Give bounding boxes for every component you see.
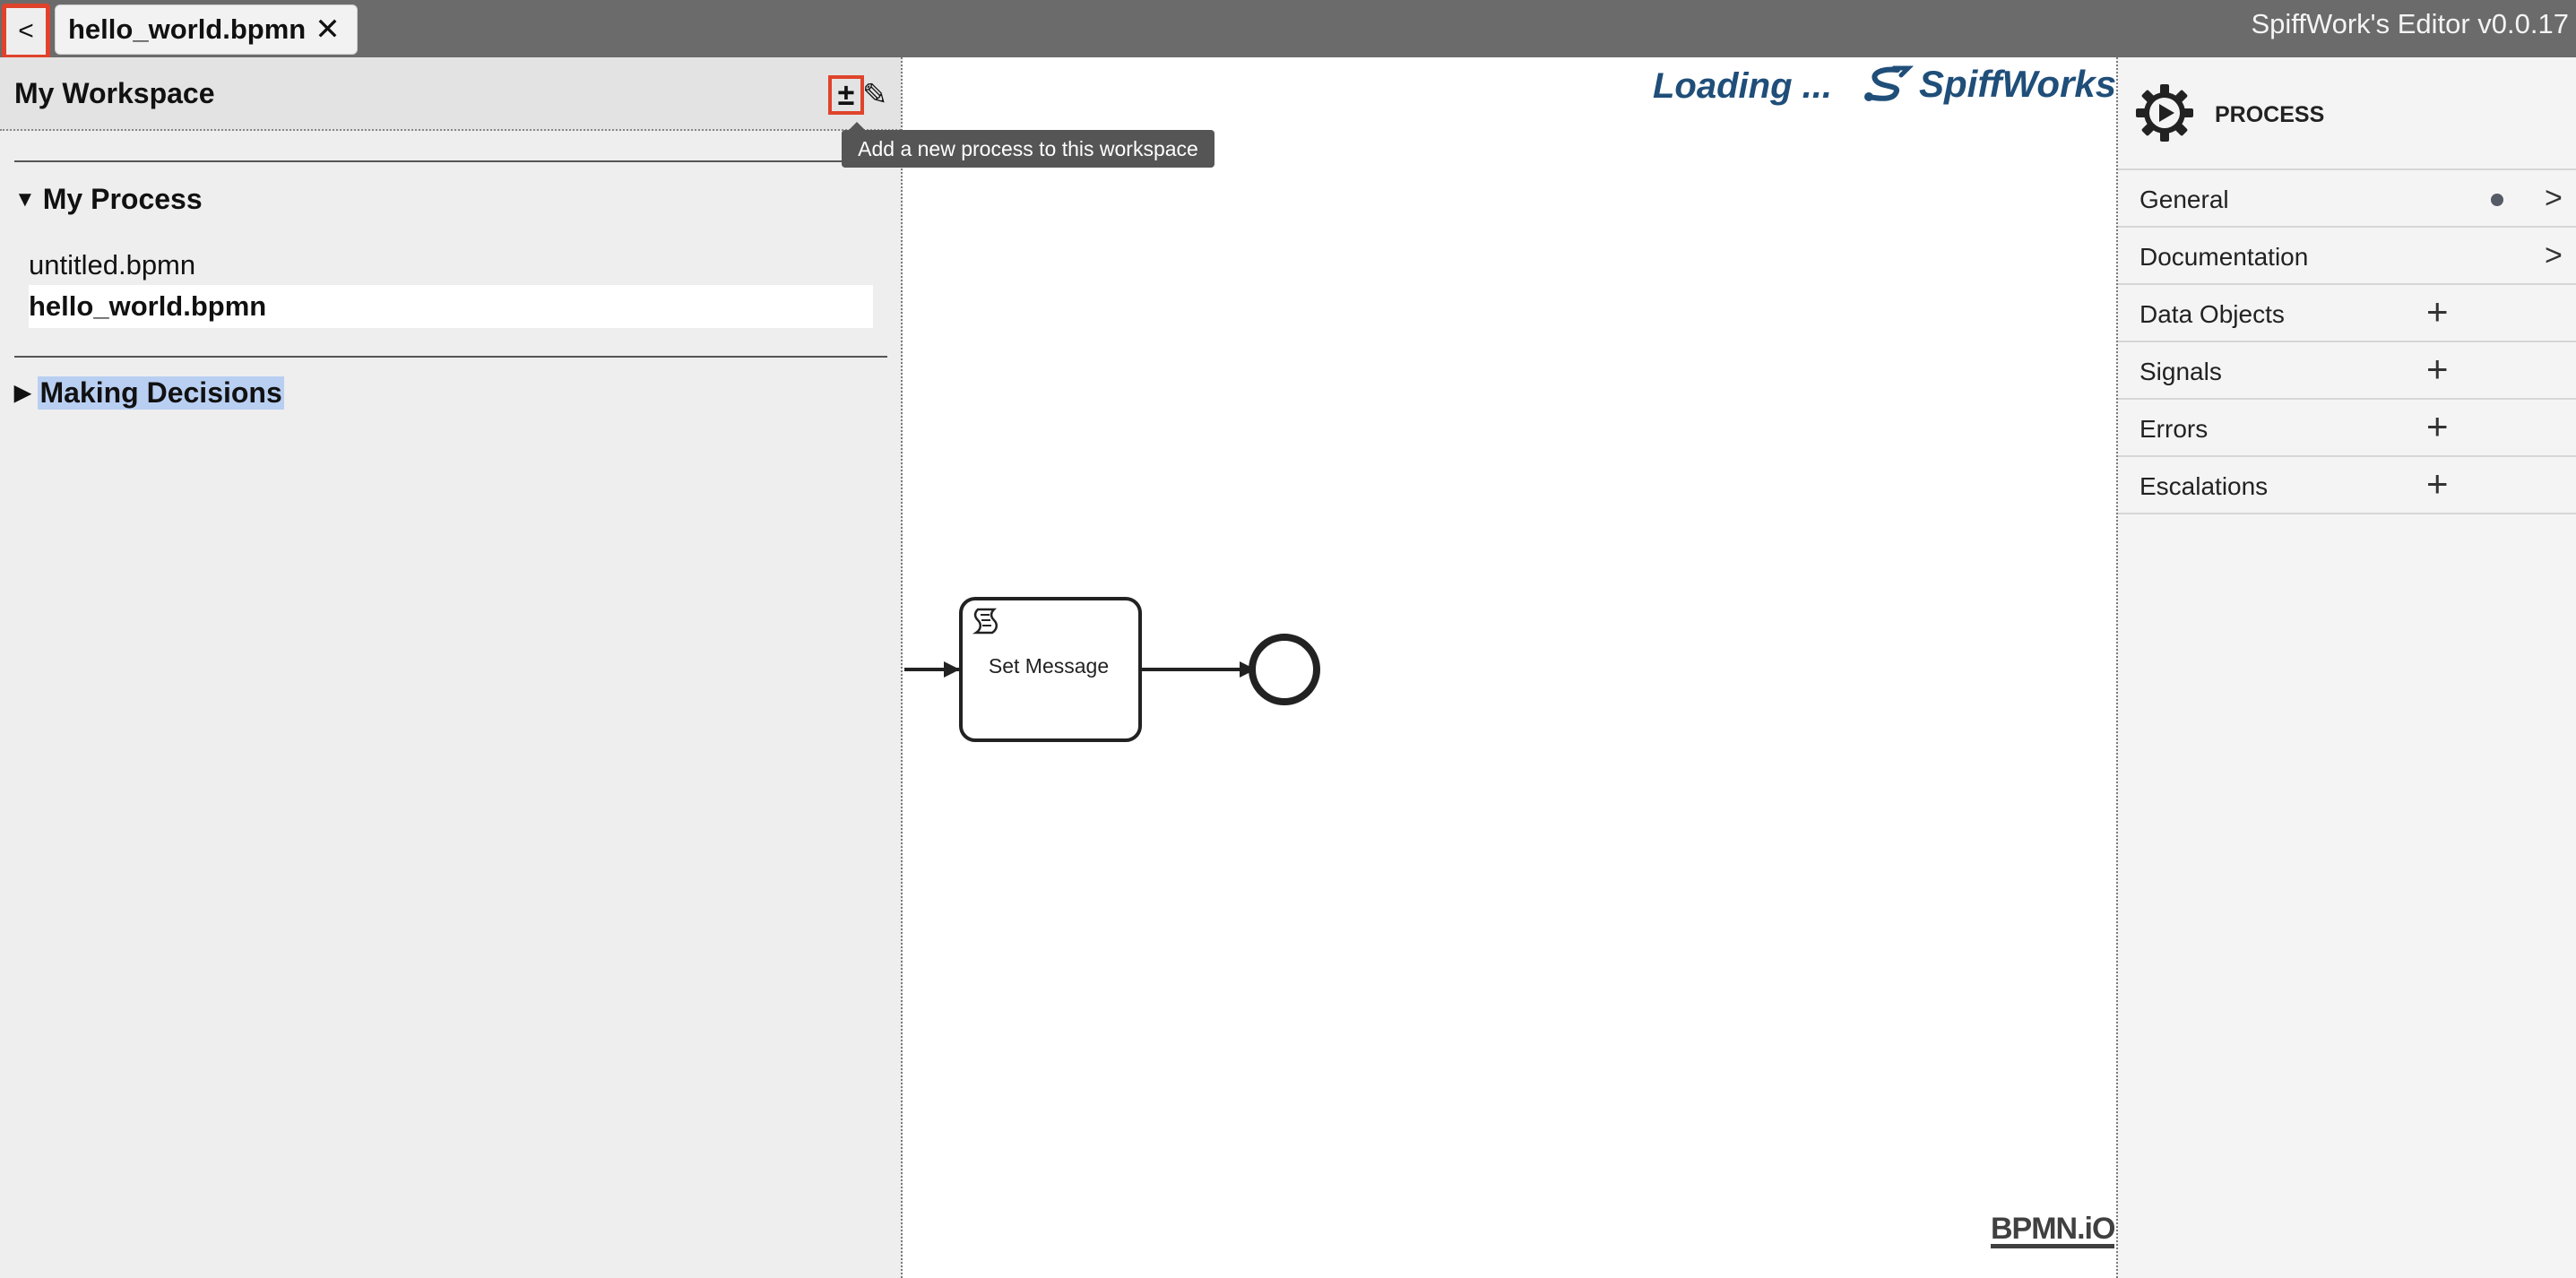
pencil-icon[interactable]: ✎	[862, 77, 888, 113]
file-item-untitled[interactable]: untitled.bpmn	[29, 249, 195, 281]
group-my-process[interactable]: ▼ My Process	[14, 183, 203, 216]
section-escalations[interactable]: Escalations +	[2118, 457, 2576, 514]
group-making-decisions[interactable]: ▶ Making Decisions	[14, 376, 284, 410]
workspace-panel: My Workspace ± ✎ ▼ My Process untitled.b…	[0, 57, 903, 1278]
bpmn-canvas[interactable]: Loading ... SpiffWorks Set Message BPMN.…	[904, 57, 2116, 1278]
plus-icon[interactable]: +	[2426, 405, 2449, 448]
section-data-objects[interactable]: Data Objects +	[2118, 285, 2576, 342]
task-label: Set Message	[988, 654, 1110, 678]
triangle-down-icon: ▼	[14, 186, 36, 212]
divider	[14, 160, 887, 162]
section-errors[interactable]: Errors +	[2118, 400, 2576, 457]
changed-dot-icon	[2491, 194, 2503, 206]
chevron-right-icon[interactable]: >	[2545, 181, 2563, 216]
divider	[14, 356, 887, 358]
tab-hello-world[interactable]: hello_world.bpmn ✕	[55, 4, 358, 55]
section-label: General	[2139, 186, 2229, 213]
plus-icon[interactable]: +	[2426, 462, 2449, 505]
triangle-right-icon: ▶	[14, 381, 31, 405]
incoming-sequence-flow	[904, 661, 960, 678]
back-button[interactable]: <	[2, 4, 50, 59]
section-label: Escalations	[2139, 472, 2269, 500]
file-item-hello-world[interactable]: hello_world.bpmn	[29, 285, 873, 328]
section-documentation[interactable]: Documentation >	[2118, 228, 2576, 285]
group-label: My Process	[42, 183, 203, 215]
tab-label: hello_world.bpmn	[68, 13, 307, 45]
properties-title: PROCESS	[2215, 102, 2325, 127]
bpmn-io-watermark[interactable]: BPMN.iO	[1991, 1213, 2115, 1248]
section-signals[interactable]: Signals +	[2118, 342, 2576, 400]
outgoing-sequence-flow	[1142, 661, 1256, 678]
gear-play-icon	[2136, 84, 2193, 142]
workspace-title: My Workspace	[14, 77, 215, 109]
properties-panel: PROCESS General > Documentation > Data O…	[2116, 57, 2576, 1278]
section-general[interactable]: General >	[2118, 170, 2576, 228]
section-label: Documentation	[2139, 243, 2309, 271]
section-label: Data Objects	[2139, 300, 2285, 328]
section-label: Signals	[2139, 358, 2222, 385]
plus-icon[interactable]: +	[2426, 348, 2449, 391]
end-event	[1249, 634, 1320, 705]
section-label: Errors	[2139, 415, 2209, 443]
app-title: SpiffWork's Editor v0.0.17	[2251, 8, 2569, 39]
close-icon[interactable]: ✕	[315, 12, 341, 47]
properties-header: PROCESS	[2118, 57, 2576, 170]
top-bar: < hello_world.bpmn ✕ SpiffWork's Editor …	[0, 0, 2576, 59]
group-label: Making Decisions	[38, 376, 284, 410]
add-process-button[interactable]: ±	[828, 75, 864, 115]
chevron-right-icon[interactable]: >	[2545, 238, 2563, 273]
tooltip: Add a new process to this workspace	[842, 122, 1215, 168]
plus-icon[interactable]: +	[2426, 290, 2449, 333]
workspace-header: My Workspace ± ✎	[0, 57, 901, 131]
